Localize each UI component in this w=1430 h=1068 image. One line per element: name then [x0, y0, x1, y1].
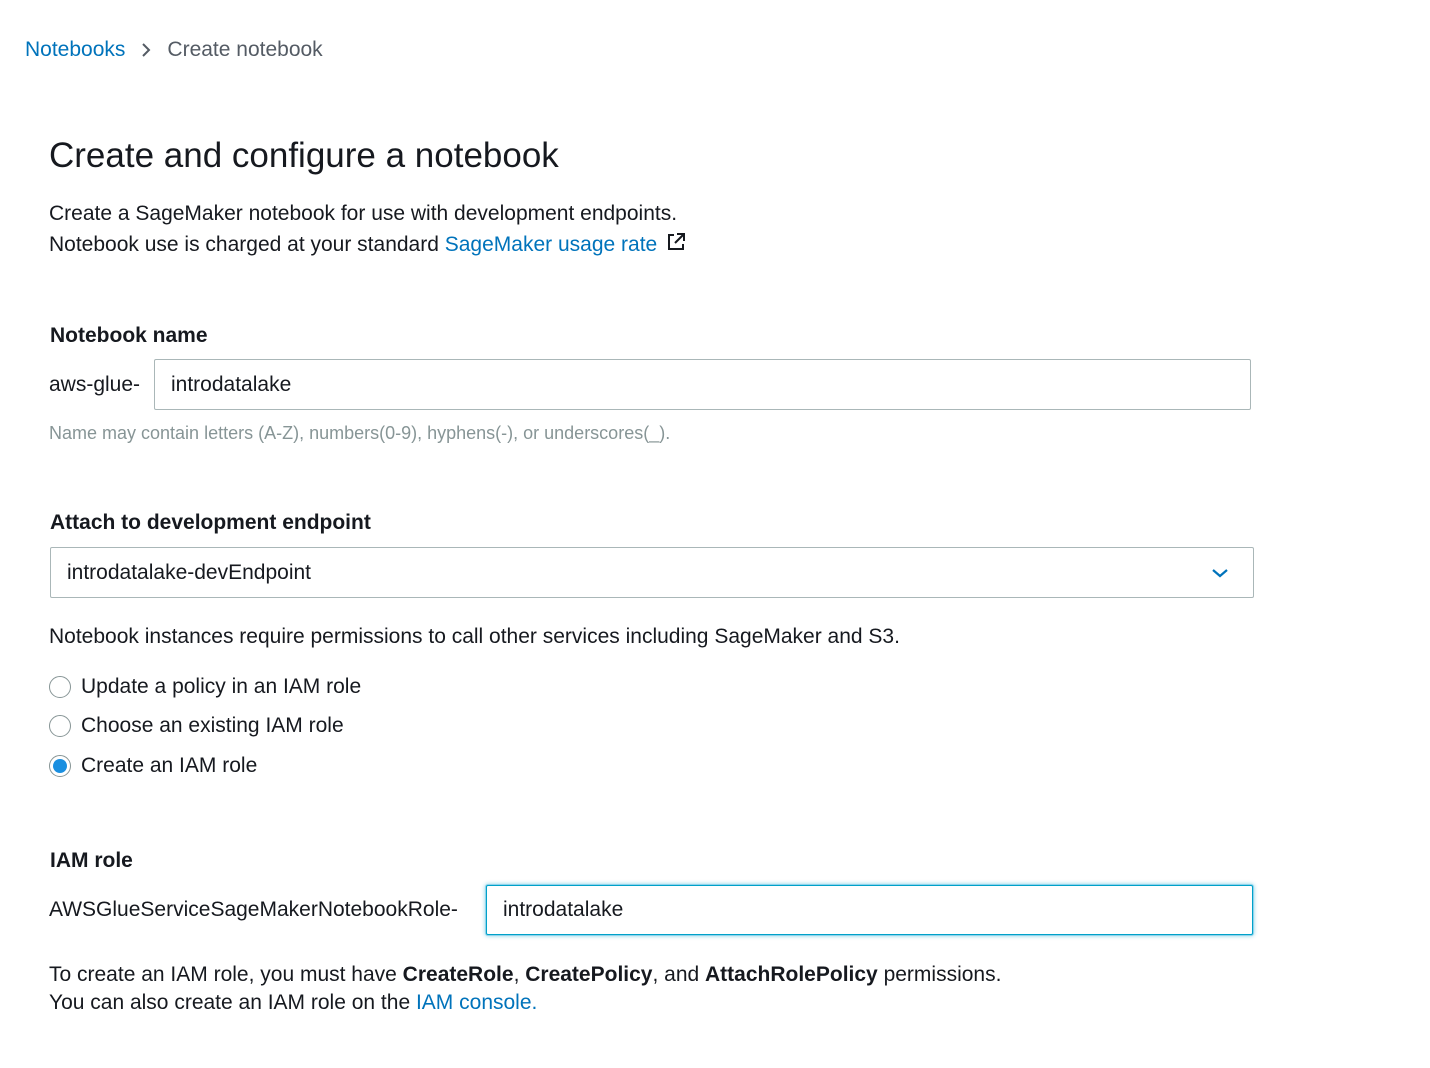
sagemaker-usage-rate-link[interactable]: SageMaker usage rate: [445, 233, 657, 256]
endpoint-select[interactable]: introdatalake-devEndpoint: [50, 547, 1254, 598]
radio-button-selected[interactable]: [49, 755, 71, 777]
endpoint-selected-value: introdatalake-devEndpoint: [67, 560, 312, 584]
radio-button[interactable]: [49, 676, 71, 698]
breadcrumb-current: Create notebook: [167, 38, 323, 61]
notebook-name-input[interactable]: [154, 359, 1251, 410]
breadcrumb: Notebooks Create notebook: [25, 36, 323, 64]
breadcrumb-notebooks-link[interactable]: Notebooks: [25, 38, 125, 62]
iam-role-input[interactable]: [486, 885, 1253, 935]
notebook-name-hint: Name may contain letters (A-Z), numbers(…: [49, 423, 671, 443]
info-text: You can also create an IAM role on the: [49, 991, 416, 1014]
radio-label: Update a policy in an IAM role: [81, 675, 362, 698]
info-separator: ,: [513, 963, 526, 986]
permissions-note: Notebook instances require permissions t…: [49, 625, 900, 648]
radio-label: Choose an existing IAM role: [81, 714, 344, 737]
iam-role-label: IAM role: [50, 849, 133, 872]
iam-role-prefix: AWSGlueServiceSageMakerNotebookRole-: [49, 898, 458, 921]
permission-attachrolepolicy: AttachRolePolicy: [705, 963, 878, 986]
info-separator: , and: [652, 963, 706, 986]
chevron-down-icon: [1211, 567, 1229, 579]
permission-createrole: CreateRole: [402, 963, 514, 986]
notebook-name-prefix: aws-glue-: [49, 373, 141, 396]
page-description-line2: Notebook use is charged at your standard…: [49, 231, 687, 259]
iam-console-link[interactable]: IAM console.: [416, 991, 537, 1014]
endpoint-label: Attach to development endpoint: [50, 511, 371, 534]
radio-option-create-role[interactable]: Create an IAM role: [49, 752, 257, 780]
radio-option-choose-existing-role[interactable]: Choose an existing IAM role: [49, 712, 344, 740]
chevron-right-icon: [141, 42, 151, 58]
external-link-icon[interactable]: [665, 231, 687, 259]
notebook-name-label: Notebook name: [50, 324, 208, 347]
radio-label: Create an IAM role: [81, 754, 258, 777]
radio-option-update-policy[interactable]: Update a policy in an IAM role: [49, 673, 361, 701]
iam-console-info: You can also create an IAM role on the I…: [49, 991, 537, 1015]
page-title: Create and configure a notebook: [49, 136, 559, 175]
permission-createpolicy: CreatePolicy: [525, 963, 653, 986]
info-text: To create an IAM role, you must have: [49, 963, 403, 986]
description-charge-text: Notebook use is charged at your standard: [49, 233, 445, 256]
info-text: permissions.: [877, 963, 1002, 986]
page-description-line1: Create a SageMaker notebook for use with…: [49, 202, 678, 225]
radio-button[interactable]: [49, 715, 71, 737]
iam-role-permissions-info: To create an IAM role, you must have Cre…: [49, 963, 1001, 987]
